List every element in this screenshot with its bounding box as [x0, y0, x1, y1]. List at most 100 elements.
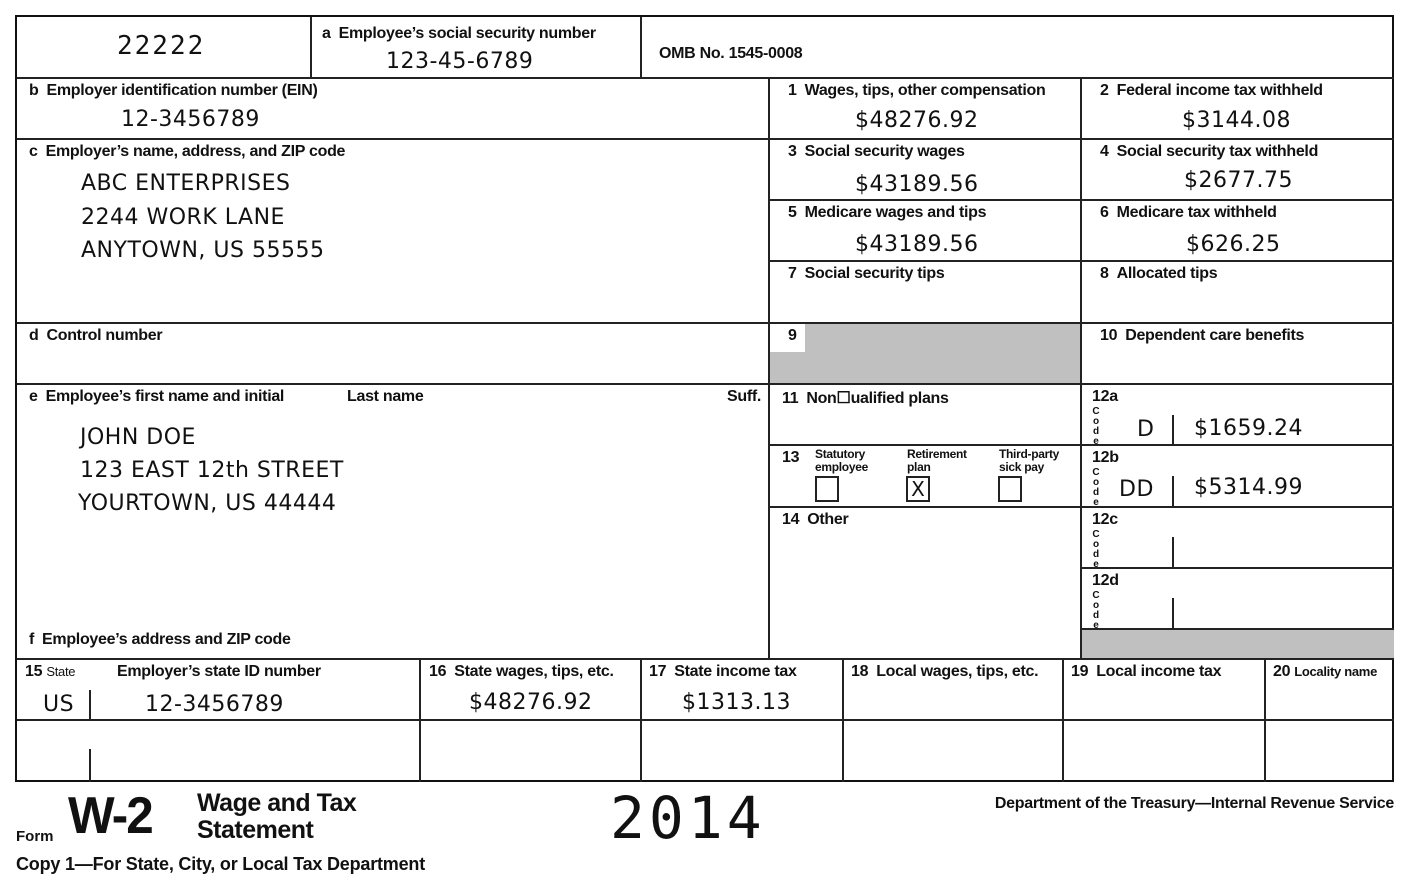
box-14[interactable]: 14 Other: [770, 508, 1082, 660]
suffix-label: Suff.: [727, 388, 762, 405]
third-party-sick-pay-checkbox[interactable]: [998, 476, 1022, 502]
employer-city-zip[interactable]: ANYTOWN, US 55555: [81, 238, 324, 263]
box-16-row-2[interactable]: [421, 721, 642, 782]
box-8-label: 8 Allocated tips: [1100, 265, 1218, 282]
box-5-label: 5 Medicare wages and tips: [788, 204, 987, 221]
form-title: Wage and Tax Statement: [197, 789, 357, 844]
box-8[interactable]: 8 Allocated tips: [1082, 262, 1394, 324]
form-name: W-2: [68, 787, 154, 845]
box-18-row-2[interactable]: [844, 721, 1064, 782]
box-c[interactable]: c Employer’s name, address, and ZIP code …: [17, 140, 770, 324]
code-divider: [1172, 476, 1174, 506]
employee-street[interactable]: 123 EAST 12th STREET: [80, 458, 344, 483]
box-2-label: 2 Federal income tax withheld: [1100, 82, 1323, 99]
box-18-label: 18 Local wages, tips, etc.: [851, 663, 1039, 680]
box-12b-value[interactable]: $5314.99: [1194, 475, 1303, 500]
box-c-label: c Employer’s name, address, and ZIP code: [29, 143, 346, 160]
box-12d[interactable]: 12d Code: [1082, 569, 1394, 631]
box-17-row-2[interactable]: [642, 721, 844, 782]
box-4-value[interactable]: $2677.75: [1184, 168, 1293, 193]
state-wages[interactable]: $48276.92: [469, 690, 592, 715]
code-label: Code: [1092, 590, 1100, 631]
box-6-value[interactable]: $626.25: [1186, 232, 1280, 257]
box-16-label: 16 State wages, tips, etc.: [429, 663, 614, 680]
box-1-value[interactable]: $48276.92: [855, 108, 978, 133]
box-18-row-1[interactable]: 18 Local wages, tips, etc.: [844, 660, 1064, 721]
box-5[interactable]: 5 Medicare wages and tips $43189.56: [770, 201, 1082, 262]
box-12c[interactable]: 12c Code: [1082, 508, 1394, 570]
code-label: Code: [1092, 529, 1100, 570]
box-3[interactable]: 3 Social security wages $43189.56: [770, 140, 1082, 201]
box-4[interactable]: 4 Social security tax withheld $2677.75: [1082, 140, 1394, 201]
void-code-box: 22222: [17, 17, 312, 79]
void-code: 22222: [117, 31, 206, 61]
box-12b[interactable]: 12b Code DD $5314.99: [1082, 446, 1394, 508]
third-party-sick-pay-label: Third-party sick pay: [999, 447, 1060, 474]
state-income-tax[interactable]: $1313.13: [682, 690, 791, 715]
box-2[interactable]: 2 Federal income tax withheld $3144.08: [1082, 79, 1394, 140]
box-d[interactable]: d Control number: [17, 324, 770, 385]
box-d-label: d Control number: [29, 327, 163, 344]
box-12b-code[interactable]: DD: [1119, 477, 1154, 502]
state-code[interactable]: US: [43, 692, 74, 717]
box-10[interactable]: 10 Dependent care benefits: [1082, 324, 1394, 385]
box-7[interactable]: 7 Social security tips: [770, 262, 1082, 324]
employer-name[interactable]: ABC ENTERPRISES: [81, 171, 290, 196]
box-12-shaded: [1082, 630, 1394, 660]
box-3-label: 3 Social security wages: [788, 143, 965, 160]
box-5-value[interactable]: $43189.56: [855, 232, 978, 257]
statutory-employee-label: Statutory employee: [815, 447, 868, 474]
box-16-row-1[interactable]: 16 State wages, tips, etc. $48276.92: [421, 660, 642, 721]
state-divider: [89, 749, 91, 782]
box-19-row-1[interactable]: 19 Local income tax: [1064, 660, 1266, 721]
box-7-label: 7 Social security tips: [788, 265, 945, 282]
box-2-value[interactable]: $3144.08: [1182, 108, 1291, 133]
box-19-row-2[interactable]: [1064, 721, 1266, 782]
box-11[interactable]: 11 Non☐ualified plans: [770, 385, 1082, 446]
employer-street[interactable]: 2244 WORK LANE: [81, 205, 285, 230]
box-e-f[interactable]: e Employee’s first name and initial Last …: [17, 385, 770, 660]
employee-name[interactable]: JOHN DOE: [80, 425, 196, 450]
code-divider: [1172, 598, 1174, 628]
box-a-label: a Employee’s social security number: [322, 25, 596, 42]
code-label: Code: [1092, 467, 1100, 508]
retirement-plan-checkbox[interactable]: X: [906, 476, 930, 502]
employee-ssn[interactable]: 123-45-6789: [386, 49, 533, 74]
code-divider: [1172, 415, 1174, 444]
state-divider: [89, 690, 91, 720]
box-11-label: 11 Non☐ualified plans: [782, 390, 949, 407]
box-a[interactable]: a Employee’s social security number 123-4…: [312, 17, 642, 79]
form-word: Form: [16, 828, 54, 845]
box-1[interactable]: 1 Wages, tips, other compensation $48276.…: [770, 79, 1082, 140]
box-15-row-1[interactable]: 15 State Employer’s state ID number US 1…: [17, 660, 421, 721]
box-12a-code[interactable]: D: [1137, 417, 1154, 442]
box-e-label: e Employee’s first name and initial: [29, 388, 285, 405]
last-name-label: Last name: [347, 388, 424, 405]
statutory-employee-checkbox[interactable]: [815, 476, 839, 502]
box-12a-label: 12a: [1092, 388, 1118, 405]
code-divider: [1172, 537, 1174, 567]
state-id-label: Employer’s state ID number: [117, 663, 321, 680]
box-b-label: b Employer identification number (EIN): [29, 82, 318, 99]
box-20-label: 20 Locality name: [1273, 663, 1377, 680]
employee-city-zip[interactable]: YOURTOWN, US 44444: [78, 491, 336, 516]
box-20-row-1[interactable]: 20 Locality name: [1266, 660, 1394, 721]
box-f-label: f Employee’s address and ZIP code: [29, 631, 291, 648]
box-17-row-1[interactable]: 17 State income tax $1313.13: [642, 660, 844, 721]
state-id[interactable]: 12-3456789: [145, 692, 284, 717]
box-6[interactable]: 6 Medicare tax withheld $626.25: [1082, 201, 1394, 262]
box-12d-label: 12d: [1092, 572, 1119, 589]
box-19-label: 19 Local income tax: [1071, 663, 1222, 680]
box-15-row-2[interactable]: [17, 721, 421, 782]
box-6-label: 6 Medicare tax withheld: [1100, 204, 1277, 221]
w2-form: 22222 a Employee’s social security number…: [15, 15, 1394, 782]
box-20-row-2[interactable]: [1266, 721, 1394, 782]
box-12a[interactable]: 12a Code D $1659.24: [1082, 385, 1394, 447]
tax-year: 2014: [610, 784, 766, 852]
employer-ein[interactable]: 12-3456789: [121, 107, 260, 132]
box-1-label: 1 Wages, tips, other compensation: [788, 82, 1046, 99]
box-9-label: 9: [788, 327, 797, 344]
box-12a-value[interactable]: $1659.24: [1194, 416, 1303, 441]
box-b[interactable]: b Employer identification number (EIN) 12…: [17, 79, 770, 140]
box-3-value[interactable]: $43189.56: [855, 172, 978, 197]
